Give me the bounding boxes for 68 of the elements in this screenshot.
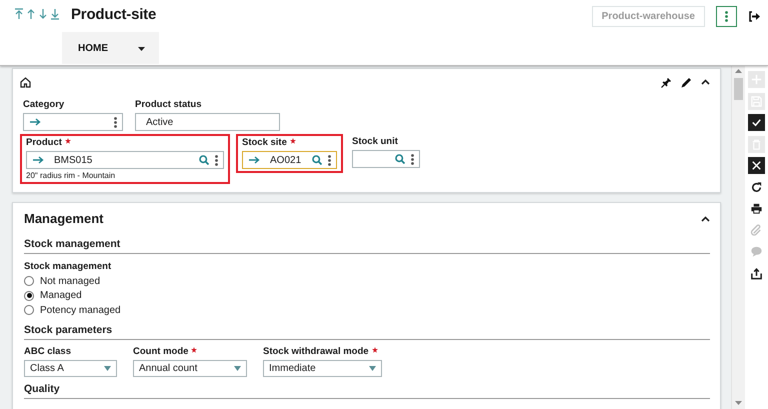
radio-button[interactable] bbox=[24, 276, 34, 286]
option-label: Not managed bbox=[40, 276, 100, 287]
radio-button[interactable] bbox=[24, 290, 34, 301]
required-icon bbox=[191, 346, 198, 352]
tab[interactable]: HOME bbox=[62, 32, 159, 64]
navigation-arrows-icon[interactable] bbox=[14, 8, 62, 20]
arrow-icon bbox=[30, 118, 41, 126]
pin-icon[interactable] bbox=[661, 76, 672, 88]
field-description: 20" radius rim - Mountain bbox=[26, 171, 116, 180]
section-heading: Stock parameters bbox=[24, 324, 114, 336]
search-icon bbox=[312, 155, 322, 165]
more-options-icon bbox=[114, 116, 117, 128]
caret-icon bbox=[369, 366, 376, 370]
section-heading: Quality bbox=[24, 382, 61, 394]
home-icon[interactable] bbox=[20, 76, 31, 88]
dropdown[interactable]: Immediate bbox=[263, 360, 382, 376]
ok-button[interactable] bbox=[748, 114, 765, 131]
page-title: Product-site bbox=[71, 6, 156, 22]
more-options-button[interactable] bbox=[716, 6, 737, 26]
input-field[interactable]: AO021 bbox=[242, 151, 337, 169]
section-heading: Stock management bbox=[24, 238, 122, 250]
dropdown[interactable]: Annual count bbox=[133, 360, 247, 376]
required-icon bbox=[372, 346, 378, 352]
more-options-icon bbox=[411, 154, 414, 164]
caret-icon[interactable] bbox=[138, 46, 145, 50]
required-icon bbox=[64, 138, 71, 144]
group-label: Stock management bbox=[24, 261, 112, 272]
option-label: Managed bbox=[40, 290, 82, 302]
field-label: Stock unit bbox=[352, 136, 399, 148]
scroll-down-icon[interactable] bbox=[735, 401, 742, 405]
more-options-icon bbox=[328, 154, 331, 166]
radio-button[interactable] bbox=[24, 305, 34, 316]
search-icon bbox=[395, 154, 405, 164]
cancel-button[interactable] bbox=[748, 157, 765, 174]
printer-icon bbox=[750, 202, 763, 215]
arrow-icon bbox=[33, 156, 44, 164]
input-field[interactable]: Active bbox=[135, 113, 280, 131]
dropdown[interactable]: Class A bbox=[24, 360, 117, 376]
field-label: Count mode bbox=[133, 346, 247, 358]
collapse-icon[interactable] bbox=[701, 216, 710, 222]
caret-icon bbox=[104, 366, 111, 370]
paperclip-icon bbox=[750, 224, 763, 236]
field-label: Stock withdrawal mode bbox=[263, 346, 382, 358]
scrollbar-thumb[interactable] bbox=[734, 78, 743, 100]
caret-icon bbox=[234, 366, 241, 370]
scroll-up-icon[interactable] bbox=[735, 69, 742, 73]
more-options-icon bbox=[725, 10, 728, 22]
input-field[interactable]: BMS015 bbox=[26, 151, 224, 169]
field-label: ABC class bbox=[24, 346, 72, 358]
field-label: Stock site bbox=[242, 137, 337, 149]
field-label: Category bbox=[23, 99, 66, 111]
option-label: Potency managed bbox=[40, 304, 121, 316]
collapse-icon[interactable] bbox=[701, 79, 710, 85]
input-field[interactable] bbox=[23, 113, 123, 131]
pencil-icon[interactable] bbox=[681, 76, 692, 88]
exit-icon[interactable] bbox=[749, 10, 761, 22]
more-options-icon bbox=[215, 154, 218, 166]
arrow-icon bbox=[249, 156, 260, 164]
section-title: Management bbox=[24, 211, 104, 226]
speech-bubble-icon bbox=[750, 245, 763, 258]
field-label: Product status bbox=[135, 99, 203, 111]
required-icon bbox=[290, 138, 296, 144]
search-icon bbox=[199, 155, 209, 165]
field-label: Product bbox=[26, 137, 224, 149]
refresh-icon bbox=[750, 180, 763, 194]
close-icon bbox=[750, 159, 763, 172]
input-field[interactable] bbox=[352, 150, 420, 168]
share-icon bbox=[750, 266, 763, 280]
